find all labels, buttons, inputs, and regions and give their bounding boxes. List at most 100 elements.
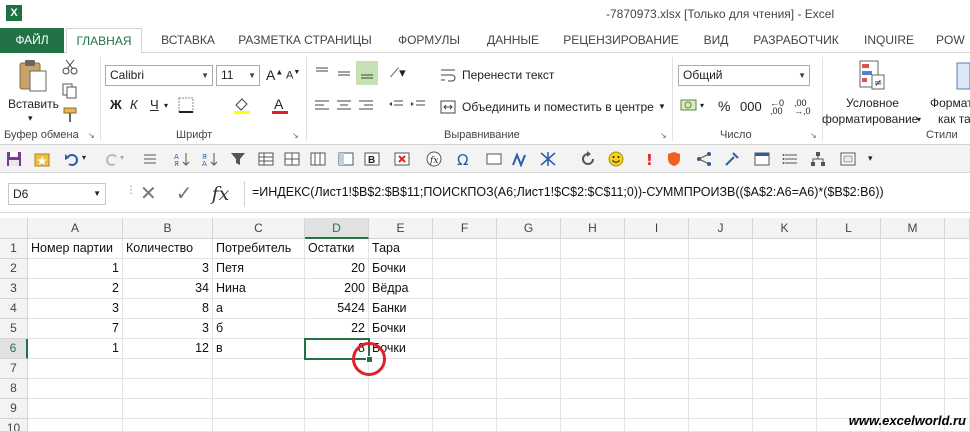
align-right-icon[interactable] — [358, 99, 374, 113]
tab-inquire[interactable]: INQUIRE — [854, 28, 924, 53]
wrap-text-button[interactable]: Перенести текст — [462, 68, 554, 82]
cell-f7[interactable] — [433, 359, 497, 379]
cell-n4[interactable] — [945, 299, 970, 319]
cell-b10[interactable] — [123, 419, 213, 432]
cell-d2[interactable]: 20 — [305, 259, 369, 279]
cell-f1[interactable] — [433, 239, 497, 259]
undo-dropdown-icon[interactable]: ▾ — [82, 153, 86, 162]
cell-b1[interactable]: Количество — [123, 239, 213, 259]
cell-c7[interactable] — [213, 359, 305, 379]
decrease-indent-icon[interactable] — [388, 99, 404, 113]
column-header-e[interactable]: E — [369, 218, 433, 239]
cell-l2[interactable] — [817, 259, 881, 279]
tab-file[interactable]: ФАЙЛ — [0, 28, 64, 53]
row-header-10[interactable]: 10 — [0, 419, 28, 432]
grow-font-icon[interactable]: A▲ — [266, 67, 283, 83]
cell-c8[interactable] — [213, 379, 305, 399]
cell-c9[interactable] — [213, 399, 305, 419]
merge-center-icon[interactable] — [440, 99, 456, 115]
align-center-icon[interactable] — [336, 99, 352, 113]
bold-button[interactable]: Ж — [110, 97, 122, 112]
format-as-table-icon[interactable] — [956, 61, 970, 91]
cell-l3[interactable] — [817, 279, 881, 299]
cell-k1[interactable] — [753, 239, 817, 259]
cell-a6[interactable]: 1 — [28, 339, 123, 359]
hierarchy-icon[interactable] — [810, 151, 826, 167]
cell-l6[interactable] — [817, 339, 881, 359]
cross-pattern-icon[interactable] — [540, 151, 556, 167]
font-color-icon[interactable]: A — [270, 95, 290, 115]
sort-desc-icon[interactable]: ЯA — [202, 151, 218, 167]
freeze-icon[interactable] — [338, 151, 354, 167]
fill-color-icon[interactable] — [232, 95, 252, 115]
cell-h6[interactable] — [561, 339, 625, 359]
cell-m4[interactable] — [881, 299, 945, 319]
row-header-4[interactable]: 4 — [0, 299, 28, 319]
cell-g10[interactable] — [497, 419, 561, 432]
save-icon[interactable] — [6, 151, 22, 167]
font-size-select[interactable]: 11 ▼ — [216, 65, 260, 86]
cut-icon[interactable] — [62, 59, 78, 75]
merge-dropdown-icon[interactable]: ▼ — [658, 102, 666, 111]
cell-d4[interactable]: 5424 — [305, 299, 369, 319]
italic-button[interactable]: К — [130, 97, 138, 112]
increase-decimal-icon[interactable]: ←0,00 — [770, 99, 784, 116]
format-table-line2[interactable]: как таб — [938, 112, 970, 126]
cell-h7[interactable] — [561, 359, 625, 379]
cell-e1[interactable]: Тара — [369, 239, 433, 259]
list-icon[interactable] — [782, 151, 798, 167]
formula-input[interactable]: =ИНДЕКС(Лист1!$B$2:$B$11;ПОИСКПОЗ(A6;Лис… — [252, 185, 884, 199]
merge-center-button[interactable]: Объединить и поместить в центре — [462, 100, 654, 114]
cell-n1[interactable] — [945, 239, 970, 259]
tab-home[interactable]: ГЛАВНАЯ — [66, 28, 142, 54]
cell-a4[interactable]: 3 — [28, 299, 123, 319]
font-name-select[interactable]: Calibri ▼ — [105, 65, 213, 86]
cell-c6[interactable]: в — [213, 339, 305, 359]
cell-j3[interactable] — [689, 279, 753, 299]
cell-i7[interactable] — [625, 359, 689, 379]
cell-c2[interactable]: Петя — [213, 259, 305, 279]
grid-icon[interactable] — [284, 151, 300, 167]
favorites-icon[interactable] — [34, 151, 50, 167]
alert-icon[interactable]: ! — [640, 151, 656, 167]
cell-m5[interactable] — [881, 319, 945, 339]
column-header-a[interactable]: A — [28, 218, 123, 239]
cell-j9[interactable] — [689, 399, 753, 419]
cell-d5[interactable]: 22 — [305, 319, 369, 339]
cell-k4[interactable] — [753, 299, 817, 319]
row-header-2[interactable]: 2 — [0, 259, 28, 279]
cell-i6[interactable] — [625, 339, 689, 359]
cell-m2[interactable] — [881, 259, 945, 279]
orientation-icon[interactable]: ⟋▾ — [390, 65, 406, 81]
cell-g3[interactable] — [497, 279, 561, 299]
cell-n2[interactable] — [945, 259, 970, 279]
align-top-icon[interactable] — [314, 65, 330, 81]
number-format-select[interactable]: Общий ▼ — [678, 65, 810, 86]
cancel-icon[interactable]: ✕ — [140, 183, 157, 205]
undo-icon[interactable] — [64, 151, 80, 167]
tab-page-layout[interactable]: РАЗМЕТКА СТРАНИЦЫ — [230, 28, 380, 53]
cell-h5[interactable] — [561, 319, 625, 339]
cell-n6[interactable] — [945, 339, 970, 359]
cell-h10[interactable] — [561, 419, 625, 432]
column-header-i[interactable]: I — [625, 218, 689, 239]
cell-c4[interactable]: а — [213, 299, 305, 319]
cell-b3[interactable]: 34 — [123, 279, 213, 299]
cell-j1[interactable] — [689, 239, 753, 259]
cell-l5[interactable] — [817, 319, 881, 339]
paste-dropdown-icon[interactable]: ▾ — [28, 113, 33, 124]
cell-l8[interactable] — [817, 379, 881, 399]
cell-m3[interactable] — [881, 279, 945, 299]
cell-k3[interactable] — [753, 279, 817, 299]
underline-dropdown-icon[interactable]: ▾ — [164, 101, 168, 110]
cell-b9[interactable] — [123, 399, 213, 419]
cell-b8[interactable] — [123, 379, 213, 399]
cell-i9[interactable] — [625, 399, 689, 419]
column-header-m[interactable]: M — [881, 218, 945, 239]
cell-d9[interactable] — [305, 399, 369, 419]
align-bottom-icon[interactable] — [359, 65, 375, 81]
cell-a3[interactable]: 2 — [28, 279, 123, 299]
tab-formulas[interactable]: ФОРМУЛЫ — [386, 28, 472, 53]
align-middle-icon[interactable] — [336, 65, 352, 81]
cell-d1[interactable]: Остатки — [305, 239, 369, 259]
